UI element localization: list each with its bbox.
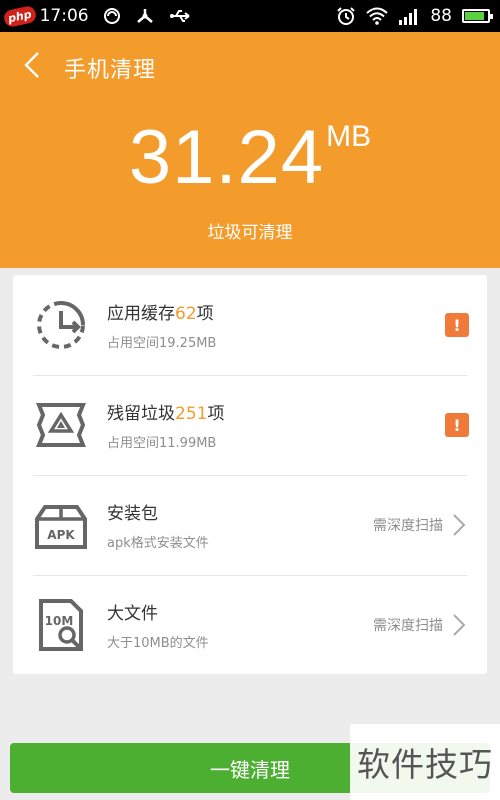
list-item-large-file[interactable]: 10M 大文件 大于10MB的文件 需深度扫描 [13, 575, 487, 675]
battery-fill [465, 12, 484, 20]
item-count: 251 [175, 404, 208, 424]
item-title: 大文件 [107, 604, 158, 624]
notification-icon [103, 8, 120, 24]
header-subtitle: 垃圾可清理 [207, 223, 293, 243]
list-item-apk[interactable]: APK 安装包 apk格式安装文件 需深度扫描 [13, 475, 487, 575]
cleanup-card: 应用缓存62项 占用空间19.25MB ! 残留垃圾251项 占用空间11.99… [13, 275, 487, 674]
apk-box-icon: APK [35, 505, 87, 549]
cache-clock-icon [37, 301, 85, 349]
junk-size: 31.24MB [0, 114, 500, 201]
item-title: 残留垃圾251项 [107, 404, 225, 424]
item-subtitle: apk格式安装文件 [107, 536, 209, 551]
status-bar: php 17:06 88 [0, 0, 500, 32]
junk-size-unit: MB [326, 120, 372, 153]
junk-size-value: 31.24 [128, 115, 325, 200]
list-item-app-cache[interactable]: 应用缓存62项 占用空间19.25MB ! [13, 275, 487, 375]
warning-icon: ! [445, 413, 469, 437]
item-subtitle: 占用空间19.25MB [107, 336, 217, 351]
residual-junk-icon [36, 403, 86, 447]
battery-icon [462, 9, 493, 23]
apk-icon-label: APK [47, 528, 75, 542]
deep-scan-label: 需深度扫描 [373, 618, 443, 634]
watermark: 软件技巧 [350, 724, 500, 800]
usb-icon [169, 10, 190, 22]
chevron-right-icon [453, 614, 466, 636]
status-time: 17:06 [39, 6, 89, 26]
usb-debug-icon [136, 9, 153, 23]
item-count: 62 [175, 304, 197, 324]
page-title: 手机清理 [64, 58, 157, 83]
wifi-icon [366, 7, 389, 25]
chevron-right-icon [453, 514, 466, 536]
item-title: 应用缓存62项 [107, 304, 214, 324]
item-subtitle: 占用空间11.99MB [107, 436, 217, 451]
large-file-icon-label: 10M [45, 614, 74, 628]
battery-level: 88 [430, 6, 452, 26]
item-subtitle: 大于10MB的文件 [107, 636, 209, 651]
alarm-icon [337, 7, 356, 25]
header: 手机清理 31.24MB 垃圾可清理 [0, 32, 500, 268]
back-arrow-icon[interactable] [18, 50, 48, 80]
signal-icon [399, 9, 418, 25]
warning-icon: ! [445, 313, 469, 337]
item-title: 安装包 [107, 504, 158, 524]
deep-scan-label: 需深度扫描 [373, 518, 443, 534]
list-item-residual-junk[interactable]: 残留垃圾251项 占用空间11.99MB ! [13, 375, 487, 475]
php-logo: php [2, 4, 38, 28]
large-file-icon: 10M [39, 599, 83, 651]
